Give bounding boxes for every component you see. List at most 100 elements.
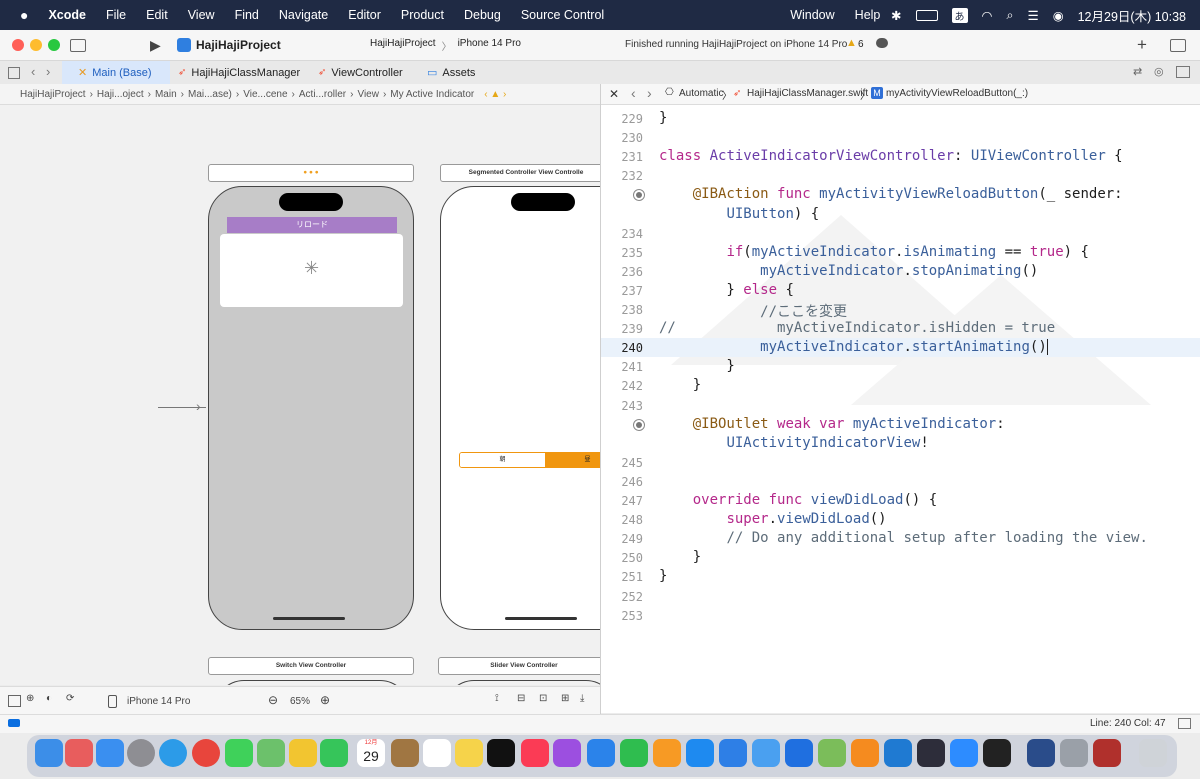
outlet-connection-icon[interactable] [633, 418, 645, 431]
split-editor-icon[interactable] [1176, 66, 1190, 78]
inspector-toggle-icon[interactable] [1170, 39, 1186, 52]
menu-window[interactable]: Window [790, 8, 834, 22]
app-store-icon[interactable] [686, 739, 714, 767]
jump-scene[interactable]: Vie...cene [243, 89, 287, 100]
system-settings-icon[interactable] [127, 739, 155, 767]
code-line[interactable]: @IBOutlet weak var myActiveIndicator: [659, 416, 1005, 432]
resolve-issues-icon[interactable]: ⊞ [561, 693, 569, 704]
run-destination[interactable]: iPhone 14 Pro [458, 38, 521, 53]
dark-mode-icon[interactable]: ◐ [46, 693, 52, 704]
embed-in-icon[interactable]: ⤓ [580, 693, 584, 704]
menubar-clock[interactable]: 12月29日(木) 10:38 [1078, 6, 1186, 25]
jump-controller[interactable]: Acti...roller [299, 89, 346, 100]
font-book-icon[interactable] [1060, 739, 1088, 767]
add-constraints-icon[interactable]: ⊡ [539, 693, 547, 704]
orientation-icon[interactable]: ⟳ [66, 693, 74, 704]
activity-indicator-icon[interactable]: ✳ [304, 258, 319, 279]
appearance-icon[interactable]: ⊕ [26, 693, 34, 704]
iphone-scene-segmented[interactable]: 朝 昼 [440, 186, 600, 630]
source-editor[interactable]: 229} 230 231 class ActiveIndicatorViewContr… [601, 105, 1200, 713]
launchpad-icon[interactable] [65, 739, 93, 767]
back-icon[interactable]: ‹ [31, 64, 35, 79]
facetime-icon[interactable] [320, 739, 348, 767]
podcasts-icon[interactable] [553, 739, 581, 767]
tab-main-base[interactable]: ✕ Main (Base) [62, 61, 170, 84]
maps-icon[interactable] [257, 739, 285, 767]
scene-title-slider[interactable]: Slider View Controller [438, 657, 600, 675]
apple-menu-icon[interactable]: ● [20, 7, 28, 23]
jump-view[interactable]: View [357, 89, 379, 100]
code-line[interactable]: } [659, 549, 701, 565]
menu-edit[interactable]: Edit [146, 8, 168, 22]
battery-icon[interactable] [915, 9, 938, 21]
safari-icon[interactable] [159, 739, 187, 767]
adjust-editor-icon[interactable]: ◎ [1154, 65, 1164, 78]
forward-icon[interactable]: › [647, 85, 652, 101]
menu-debug[interactable]: Debug [464, 8, 501, 22]
zoom-window-button[interactable] [48, 39, 60, 51]
instruments-icon[interactable] [1027, 739, 1055, 767]
numbers-icon[interactable] [620, 739, 648, 767]
warning-count[interactable]: 6 [858, 39, 864, 50]
input-method-icon[interactable]: あ [951, 7, 968, 23]
split-debug-icon[interactable] [1178, 718, 1191, 729]
pages-icon[interactable] [653, 739, 681, 767]
books-icon[interactable] [851, 739, 879, 767]
run-button-icon[interactable]: ▶ [150, 37, 161, 54]
grid-icon[interactable] [8, 67, 20, 79]
code-line[interactable]: } [659, 377, 701, 393]
code-line[interactable]: } [659, 568, 667, 584]
minimize-window-button[interactable] [30, 39, 42, 51]
menu-find[interactable]: Find [235, 8, 259, 22]
device-selector[interactable]: iPhone 14 Pro [127, 696, 190, 707]
reload-button[interactable]: リロード [227, 217, 397, 233]
music-icon[interactable] [521, 739, 549, 767]
wifi-icon[interactable]: ◠ [982, 8, 993, 23]
jump-main-base[interactable]: Mai...ase) [188, 89, 232, 100]
menu-view[interactable]: View [188, 8, 215, 22]
code-line[interactable]: // Do any additional setup after loading… [659, 530, 1147, 546]
bluetooth-icon[interactable]: ✱ [891, 8, 901, 23]
zoom-level[interactable]: 65% [290, 696, 310, 707]
vscode-icon[interactable] [884, 739, 912, 767]
zoom-out-icon[interactable]: ⊖ [268, 693, 278, 707]
document-outline-icon[interactable] [8, 695, 21, 707]
code-line[interactable]: class ActiveIndicatorViewController: UIV… [659, 148, 1123, 164]
scheme-selector[interactable]: HajiHajiProject 〉 iPhone 14 Pro [370, 38, 521, 53]
menu-file[interactable]: File [106, 8, 126, 22]
scene-title-switch[interactable]: Switch View Controller [208, 657, 414, 675]
reminders-icon[interactable] [423, 739, 451, 767]
jump-activity-indicator[interactable]: My Active Indicator [390, 89, 474, 100]
xcode-icon[interactable] [719, 739, 747, 767]
jump-file[interactable]: HajiHajiClassManager.swift [747, 88, 868, 99]
calendar-icon[interactable]: 12月 29 [357, 739, 385, 767]
outlet-connection-icon[interactable] [633, 189, 645, 202]
notes-brown-icon[interactable] [391, 739, 419, 767]
keynote-icon[interactable] [587, 739, 615, 767]
close-editor-icon[interactable]: ✕ [609, 87, 619, 101]
segment-noon[interactable]: 昼 [545, 453, 600, 467]
finder-icon[interactable] [35, 739, 63, 767]
jump-project[interactable]: HajiHajiProject [20, 89, 86, 100]
code-line[interactable]: UIButton) { [659, 206, 819, 222]
code-line[interactable]: UIActivityIndicatorView! [659, 435, 928, 451]
simulator-icon[interactable] [752, 739, 780, 767]
scene-title-segmented[interactable]: Segmented Controller View Controlle [440, 164, 600, 182]
code-line[interactable]: } [659, 358, 734, 374]
navigator-toggle-icon[interactable] [70, 39, 86, 52]
code-line[interactable]: //ここを変更 [659, 301, 847, 321]
code-line[interactable]: myActiveIndicator.stopAnimating() [659, 263, 1038, 279]
scheme-name[interactable]: HajiHajiProject [370, 38, 436, 53]
swift-playgrounds-icon[interactable] [785, 739, 813, 767]
jump-method[interactable]: myActivityViewReloadButton(_:) [886, 88, 1028, 99]
tab-hajihaji-class-manager[interactable]: ➶ HajiHajiClassManager [178, 61, 300, 84]
code-line[interactable]: } else { [659, 282, 793, 298]
menu-navigate[interactable]: Navigate [279, 8, 328, 22]
debug-area-toggle-icon[interactable] [8, 719, 20, 727]
zoom-icon[interactable] [950, 739, 978, 767]
code-line[interactable]: @IBAction func myActivityViewReloadButto… [659, 186, 1123, 202]
dictionary-icon[interactable] [1093, 739, 1121, 767]
iphone-scene-slider[interactable] [444, 680, 600, 685]
update-frames-icon[interactable]: ⟟ [495, 693, 499, 704]
siri-icon[interactable]: ◉ [1053, 8, 1064, 23]
